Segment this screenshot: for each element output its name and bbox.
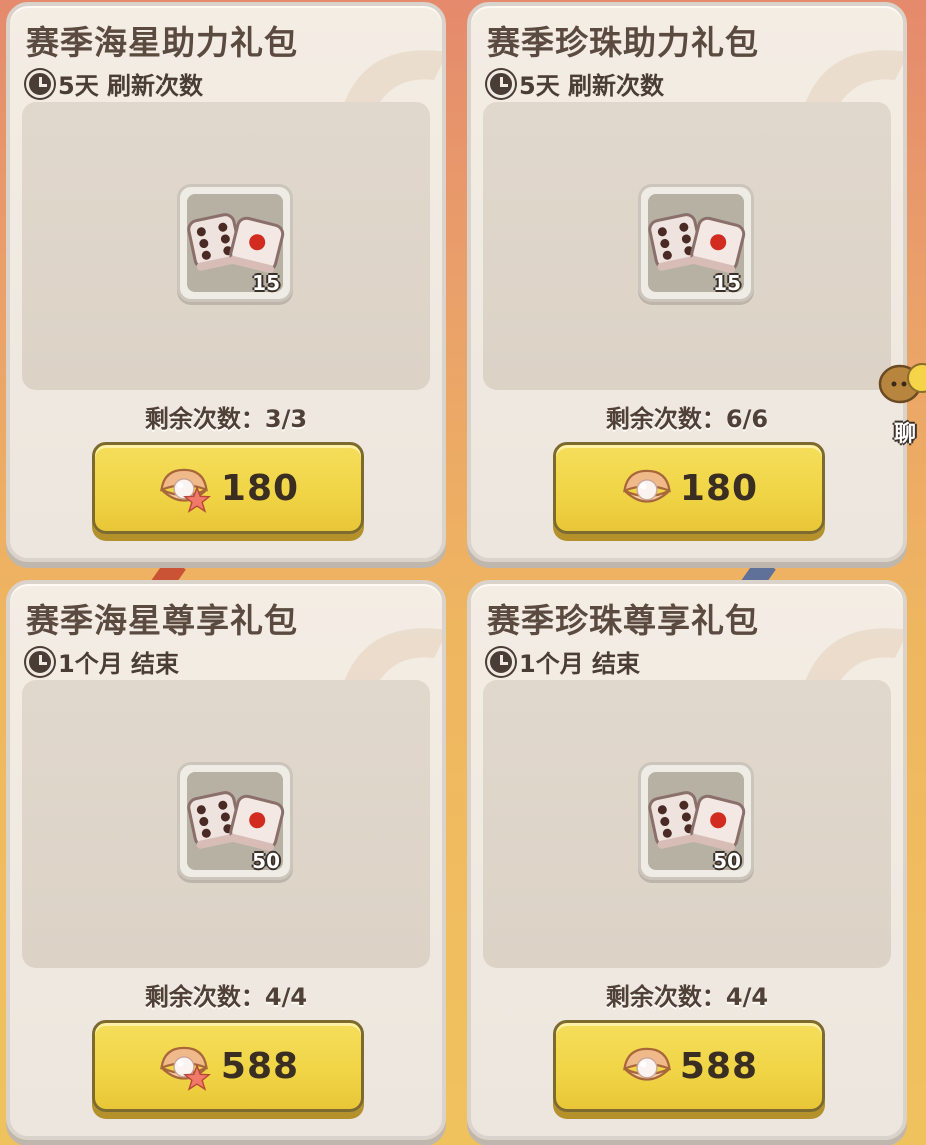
chat-button[interactable]: 聊: [876, 360, 926, 447]
remaining-uses: 剩余次数：4/4: [144, 983, 308, 1011]
item-display-panel: 50: [483, 680, 891, 968]
gift-pack-card: 赛季珍珠助力礼包 5天 刷新次数 15 剩余次数：6/6 180: [467, 2, 907, 562]
item-display-panel: 15: [483, 102, 891, 390]
price: 180: [679, 467, 759, 509]
item-slot[interactable]: 50: [638, 762, 754, 880]
item-display-panel: 50: [22, 680, 430, 968]
item-display-panel: 15: [22, 102, 430, 390]
gift-pack-card: 赛季海星助力礼包 5天 刷新次数 15 剩余次数：3/3 180: [6, 2, 446, 562]
chat-bubble-icon: [878, 363, 926, 404]
price: 588: [220, 1045, 300, 1087]
timer-text: 1个月 结束: [58, 650, 180, 678]
clock-icon: [26, 69, 54, 98]
pearl-icon: [620, 1043, 674, 1089]
pack-timer: 5天 刷新次数: [26, 66, 203, 101]
buy-button[interactable]: 588: [92, 1020, 364, 1112]
pack-title: 赛季珍珠尊享礼包: [487, 601, 759, 640]
clock-icon: [487, 69, 515, 98]
gift-pack-card: 赛季珍珠尊享礼包 1个月 结束 50 剩余次数：4/4 588: [467, 580, 907, 1140]
price: 180: [220, 467, 300, 509]
price: 588: [679, 1045, 759, 1087]
buy-button[interactable]: 180: [553, 442, 825, 534]
clock-icon: [487, 647, 515, 676]
timer-text: 5天 刷新次数: [58, 72, 204, 100]
item-count: 15: [252, 271, 280, 295]
item-slot[interactable]: 50: [177, 762, 293, 880]
item-count: 50: [713, 849, 741, 873]
pack-title: 赛季海星助力礼包: [26, 23, 298, 62]
item-count: 50: [252, 849, 280, 873]
starfish-pearl-icon: [157, 1042, 215, 1090]
pack-timer: 1个月 结束: [26, 644, 179, 679]
item-slot[interactable]: 15: [638, 184, 754, 302]
remaining-uses: 剩余次数：6/6: [605, 405, 769, 433]
item-slot[interactable]: 15: [177, 184, 293, 302]
item-count: 15: [713, 271, 741, 295]
starfish-pearl-icon: [157, 464, 215, 512]
remaining-uses: 剩余次数：4/4: [605, 983, 769, 1011]
pack-timer: 5天 刷新次数: [487, 66, 664, 101]
pearl-icon: [620, 465, 674, 511]
chat-label: 聊: [894, 422, 917, 447]
pack-title: 赛季珍珠助力礼包: [487, 23, 759, 62]
buy-button[interactable]: 180: [92, 442, 364, 534]
buy-button[interactable]: 588: [553, 1020, 825, 1112]
timer-text: 5天 刷新次数: [519, 72, 665, 100]
timer-text: 1个月 结束: [519, 650, 641, 678]
pack-title: 赛季海星尊享礼包: [26, 601, 298, 640]
gift-pack-card: 赛季海星尊享礼包 1个月 结束 50 剩余次数：4/4 588: [6, 580, 446, 1140]
remaining-uses: 剩余次数：3/3: [144, 405, 308, 433]
clock-icon: [26, 647, 54, 676]
pack-timer: 1个月 结束: [487, 644, 640, 679]
